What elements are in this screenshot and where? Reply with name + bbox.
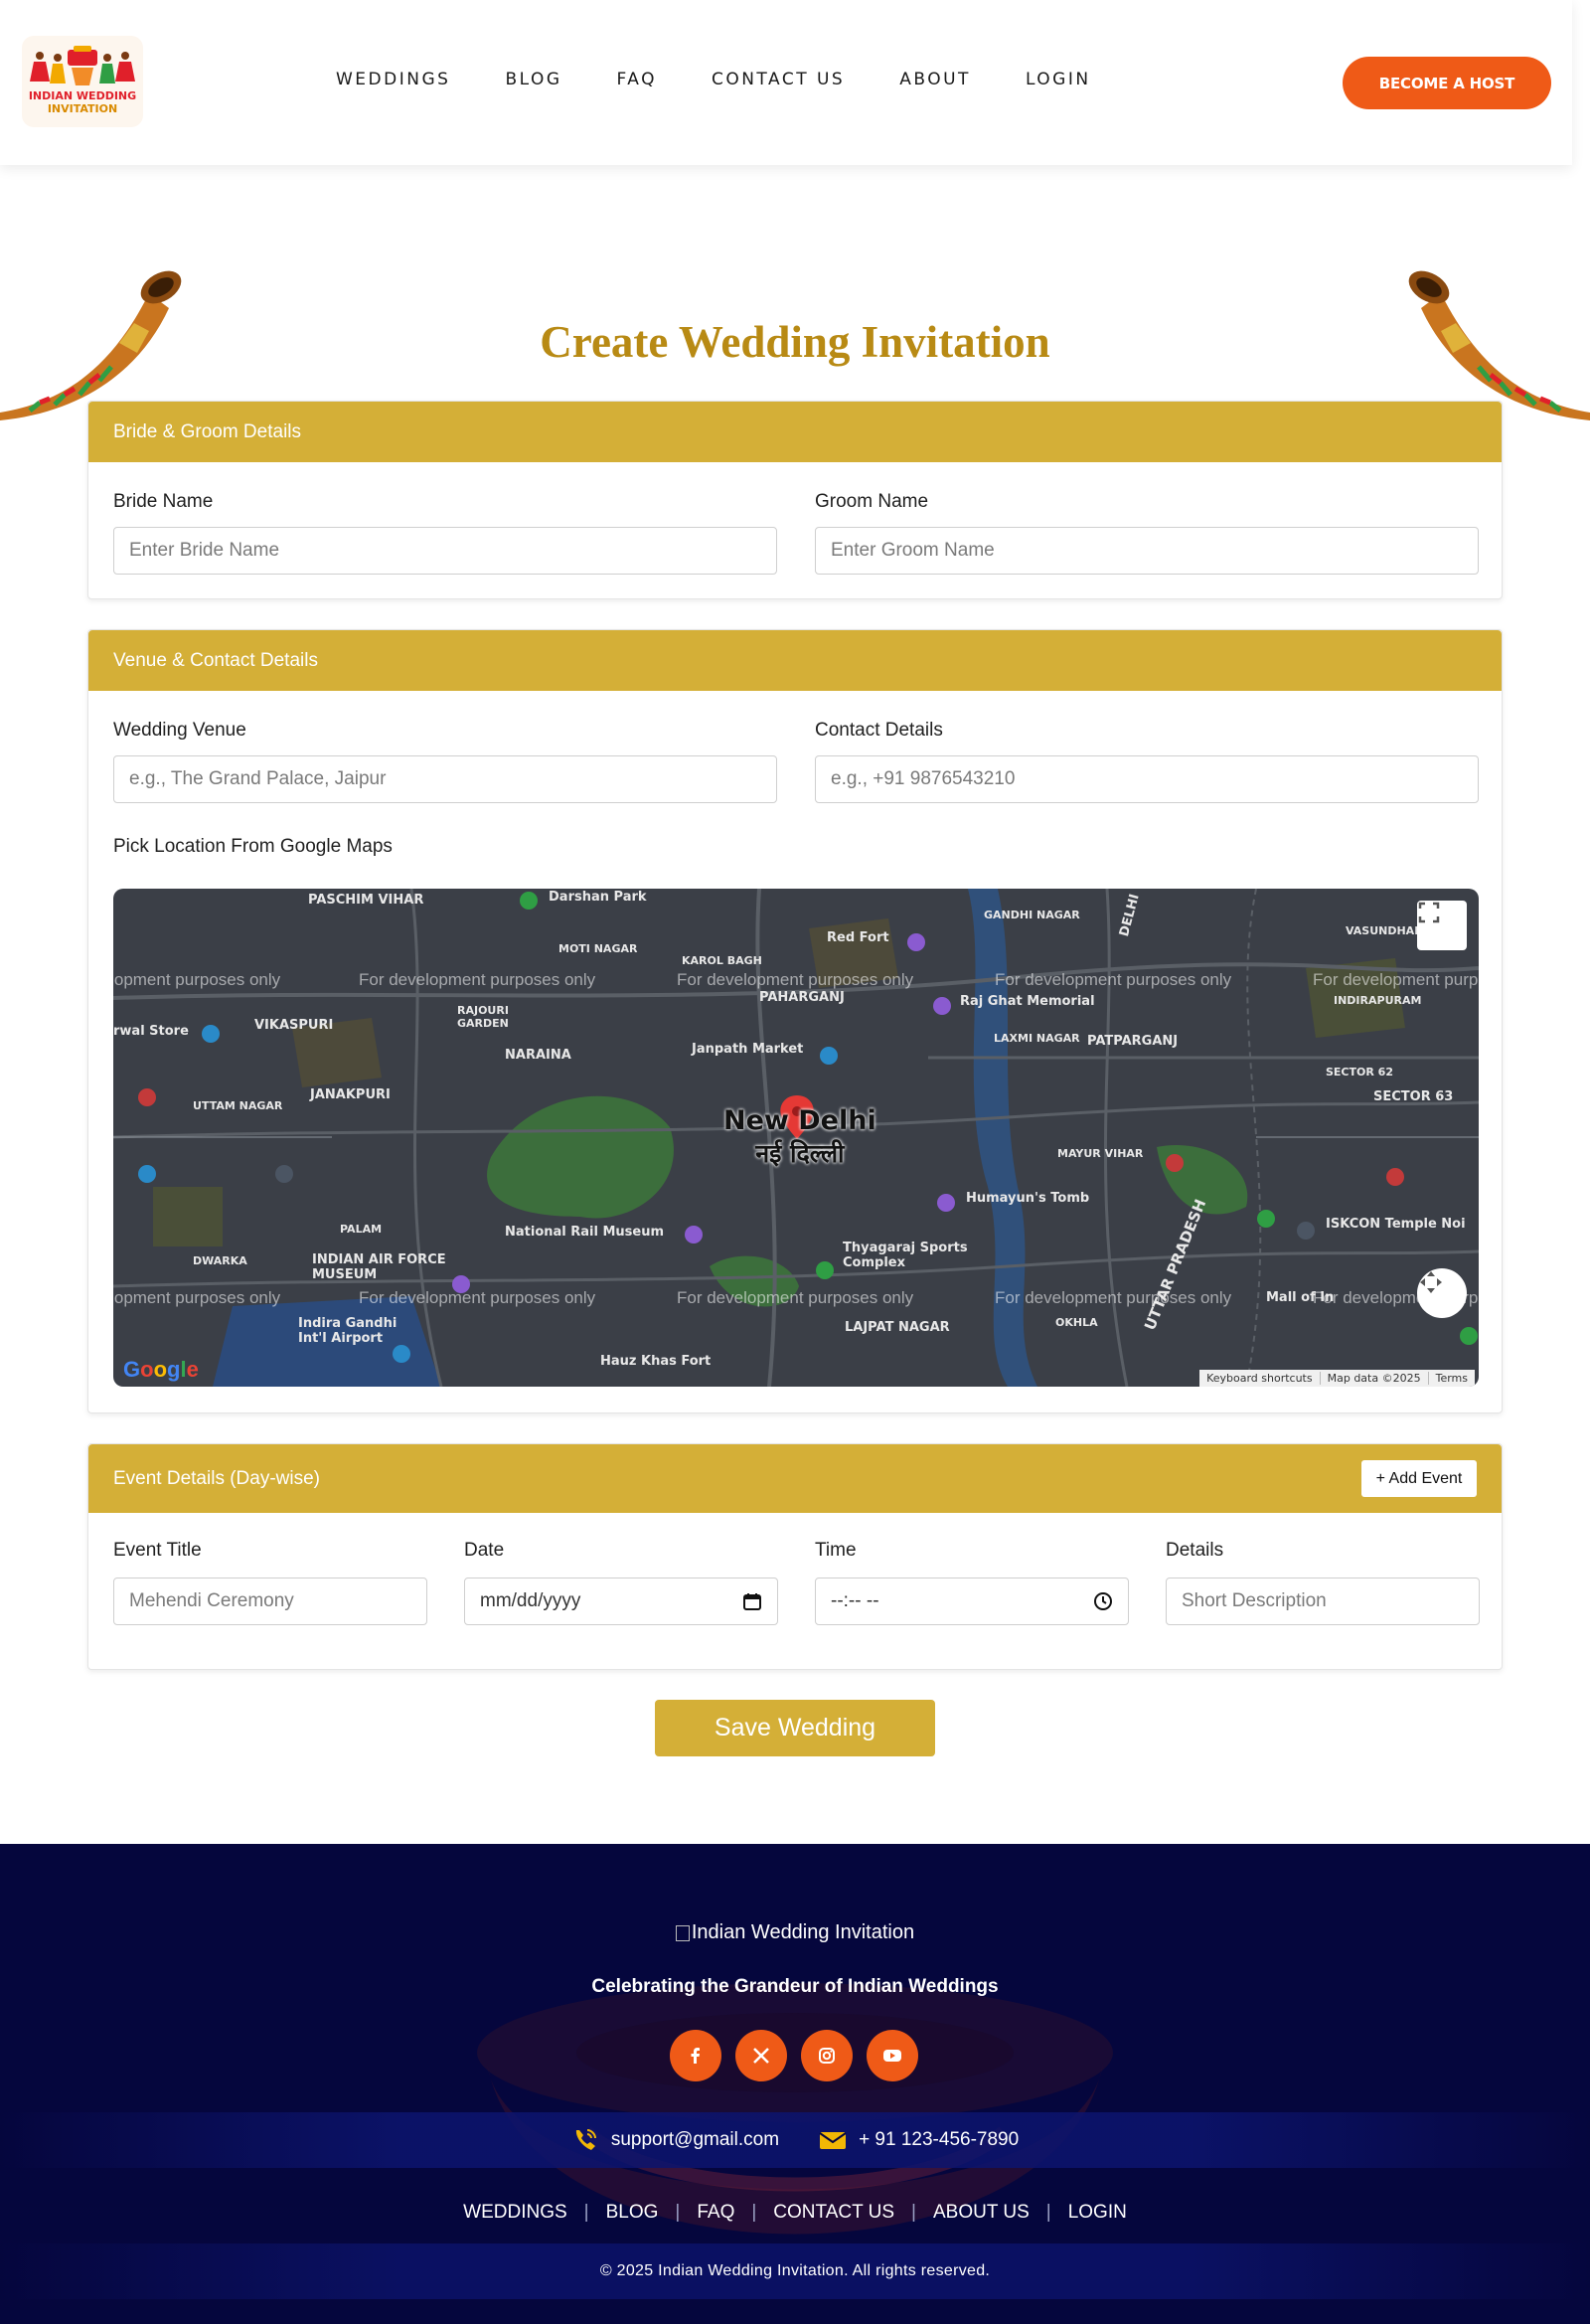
footer-nav-login[interactable]: LOGIN	[1068, 2202, 1127, 2224]
youtube-icon	[883, 2050, 901, 2062]
footer-logo[interactable]: Indian Wedding Invitation	[0, 1921, 1590, 1944]
bride-groom-heading: Bride & Groom Details	[113, 420, 302, 442]
groom-name-input[interactable]	[815, 527, 1479, 575]
venue-contact-heading: Venue & Contact Details	[113, 649, 318, 671]
footer-nav: WEDDINGS | BLOG | FAQ | CONTACT US | ABOUT U…	[0, 2202, 1590, 2224]
footer-email-text: support@gmail.com	[610, 2129, 780, 2150]
copyright-text: © 2025 Indian Wedding Invitation. All ri…	[599, 2262, 991, 2279]
wedding-venue-label: Wedding Venue	[113, 720, 246, 741]
main-nav: WEDDINGS BLOG FAQ CONTACT US ABOUT LOGIN	[336, 70, 1146, 89]
map-data-credit: Map data ©2025	[1319, 1372, 1428, 1385]
groom-name-label: Groom Name	[815, 491, 929, 512]
instagram-button[interactable]	[801, 2030, 853, 2081]
footer-nav-about-us[interactable]: ABOUT US	[933, 2202, 1030, 2224]
event-details-card: Event Details (Day-wise) + Add Event Eve…	[87, 1443, 1503, 1670]
x-button[interactable]	[735, 2030, 787, 2081]
event-time-label: Time	[815, 1540, 857, 1561]
contact-details-label: Contact Details	[815, 720, 943, 741]
footer-phone[interactable]: + 91 123-456-7890	[819, 2128, 1019, 2152]
site-header: INDIAN WEDDING INVITATION WEDDINGS BLOG …	[0, 0, 1572, 165]
envelope-icon	[819, 2132, 847, 2149]
map-city-hi: नई दिल्ली	[755, 1139, 845, 1168]
footer-nav-separator: |	[911, 2202, 916, 2223]
nav-faq[interactable]: FAQ	[617, 70, 657, 89]
fullscreen-icon	[1418, 902, 1440, 923]
footer-nav-faq[interactable]: FAQ	[697, 2202, 734, 2224]
bride-name-label: Bride Name	[113, 491, 214, 512]
map-keyboard-shortcuts-link[interactable]: Keyboard shortcuts	[1199, 1372, 1320, 1385]
footer-nav-contact-us[interactable]: CONTACT US	[773, 2202, 894, 2224]
footer-phone-text: + 91 123-456-7890	[859, 2129, 1020, 2150]
footer-nav-separator: |	[583, 2202, 589, 2223]
map-footer: Keyboard shortcuts Map data ©2025 Terms	[1199, 1370, 1475, 1387]
footer-nav-separator: |	[751, 2202, 757, 2223]
add-event-button[interactable]: + Add Event	[1361, 1460, 1477, 1497]
site-footer: Indian Wedding Invitation Celebrating th…	[0, 1844, 1590, 2324]
map-camera-control-button[interactable]	[1417, 1268, 1467, 1318]
map-fullscreen-button[interactable]	[1417, 901, 1467, 950]
social-links	[670, 2030, 932, 2081]
become-host-button[interactable]: BECOME A HOST	[1343, 57, 1551, 109]
footer-nav-blog[interactable]: BLOG	[606, 2202, 659, 2224]
event-details-heading: Event Details (Day-wise)	[113, 1467, 320, 1489]
event-details-label: Details	[1166, 1540, 1224, 1561]
map-terms-link[interactable]: Terms	[1427, 1372, 1475, 1385]
wedding-venue-input[interactable]	[113, 755, 777, 803]
instagram-icon	[819, 2048, 835, 2064]
event-date-label: Date	[464, 1540, 505, 1561]
event-time-input[interactable]: --:-- --	[815, 1577, 1129, 1625]
camera-move-icon	[1420, 1271, 1442, 1293]
nav-blog[interactable]: BLOG	[505, 70, 561, 89]
site-logo[interactable]: INDIAN WEDDING INVITATION	[22, 36, 143, 127]
logo-text: INDIAN WEDDING INVITATION	[28, 89, 137, 115]
phone-icon	[575, 2129, 596, 2150]
google-map[interactable]: PASCHIM VIHAR Darshan Park MOTI NAGAR KA…	[113, 889, 1479, 1387]
bride-groom-header: Bride & Groom Details	[88, 402, 1502, 462]
google-logo: Google	[123, 1357, 199, 1382]
event-time-value: --:-- --	[831, 1590, 879, 1611]
facebook-button[interactable]	[670, 2030, 721, 2081]
map-city-en: New Delhi	[723, 1105, 876, 1136]
event-date-value: mm/dd/yyyy	[480, 1590, 581, 1611]
nav-contact-us[interactable]: CONTACT US	[712, 70, 845, 89]
event-details-header: Event Details (Day-wise) + Add Event	[88, 1444, 1502, 1513]
venue-contact-card: Venue & Contact Details Wedding Venue Co…	[87, 629, 1503, 1413]
facebook-icon	[691, 2048, 700, 2064]
event-details-input[interactable]	[1166, 1577, 1480, 1625]
event-date-input[interactable]: mm/dd/yyyy	[464, 1577, 778, 1625]
broken-image-icon	[675, 1924, 690, 1941]
nav-about[interactable]: ABOUT	[899, 70, 971, 89]
footer-nav-separator: |	[675, 2202, 681, 2223]
youtube-button[interactable]	[867, 2030, 918, 2081]
map-label: Pick Location From Google Maps	[113, 836, 393, 857]
x-icon	[753, 2048, 769, 2064]
footer-contact-band: support@gmail.com + 91 123-456-7890	[0, 2112, 1590, 2168]
copyright-band: © 2025 Indian Wedding Invitation. All ri…	[0, 2243, 1590, 2299]
venue-contact-header: Venue & Contact Details	[88, 630, 1502, 691]
save-wedding-button[interactable]: Save Wedding	[655, 1700, 935, 1756]
nav-weddings[interactable]: WEDDINGS	[336, 70, 450, 89]
footer-logo-alt-text: Indian Wedding Invitation	[691, 1921, 915, 1943]
contact-details-input[interactable]	[815, 755, 1479, 803]
page-title: Create Wedding Invitation	[540, 317, 1050, 367]
calendar-icon[interactable]	[742, 1591, 762, 1611]
dancers-logo-icon	[30, 46, 135, 85]
footer-tagline: Celebrating the Grandeur of Indian Weddi…	[591, 1976, 999, 1997]
footer-email[interactable]: support@gmail.com	[571, 2126, 779, 2154]
event-title-label: Event Title	[113, 1540, 202, 1561]
map-city-label: New Delhi नई दिल्ली	[723, 1105, 876, 1170]
bride-name-input[interactable]	[113, 527, 777, 575]
footer-nav-separator: |	[1045, 2202, 1051, 2223]
footer-nav-weddings[interactable]: WEDDINGS	[463, 2202, 567, 2224]
clock-icon[interactable]	[1093, 1591, 1113, 1611]
bride-groom-card: Bride & Groom Details Bride Name Groom N…	[87, 401, 1503, 599]
event-title-input[interactable]	[113, 1577, 427, 1625]
nav-login[interactable]: LOGIN	[1026, 70, 1091, 89]
